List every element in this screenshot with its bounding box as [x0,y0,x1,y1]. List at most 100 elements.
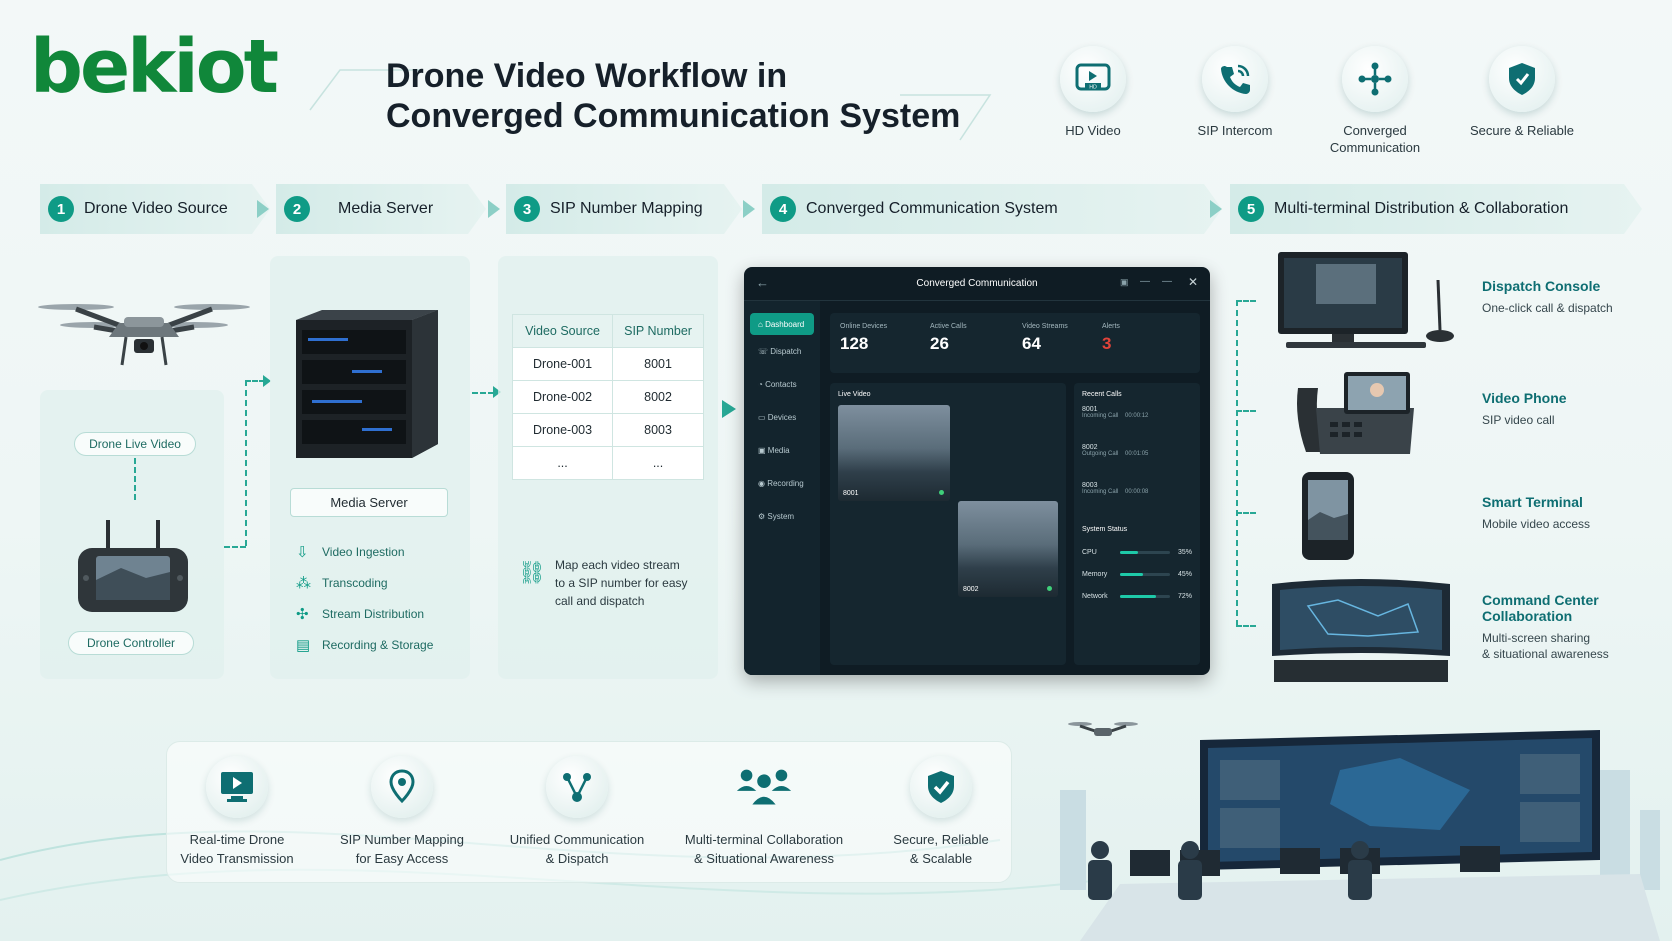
phone-icon [1221,64,1250,94]
step-arrow [488,200,500,218]
drone-image [38,304,250,366]
header-icon-sip-intercom: SIP Intercom [1175,46,1295,139]
transcode-icon: ⁂ [296,575,311,592]
hub-icon [563,773,591,802]
connector-line [134,458,136,500]
people-icon [736,769,792,805]
connector-line [224,546,246,548]
step-arrow [257,200,269,218]
close-icon[interactable]: ✕ [1188,275,1198,289]
connector-line [1236,300,1238,626]
feature-transcoding: ⁂ Transcoding [296,575,388,592]
step-2-banner: 2 Media Server [276,184,486,234]
shield-check-icon [928,771,954,803]
small-drone-image [1068,722,1138,736]
col-sip-number: SIP Number [612,314,704,348]
header-icon-hd-video: HD HD Video [1033,46,1153,139]
dispatch-console-image [1278,252,1454,348]
terminal-smart-terminal: Smart Terminal Mobile video access [1482,494,1591,531]
brand-logo: bekiot [30,24,279,110]
table-row: Drone-001 8001 [511,347,704,381]
nav-recording[interactable]: ◉ Recording [744,467,820,500]
distribution-icon: ✣ [296,606,309,623]
live-video-label: Live Video [838,391,871,398]
nav-devices[interactable]: ▭ Devices [744,401,820,434]
link-icon: ⛓ [518,560,546,585]
nav-system[interactable]: ⚙ System [744,500,820,533]
recent-call-item[interactable]: 8001 Incoming Call 00:00:12 [1082,406,1192,444]
monitor-play-icon [221,772,253,802]
table-row: Drone-003 8003 [511,413,704,447]
feature-video-ingestion: ⇩ Video Ingestion [296,544,405,561]
connector-line [245,380,265,382]
step-3-banner: 3 SIP Number Mapping [506,184,742,234]
stat-alerts: Alerts 3 [1102,323,1120,353]
recent-calls-label: Recent Calls [1082,391,1122,398]
network-icon [1358,62,1392,96]
shield-icon [1509,63,1535,95]
ingest-icon: ⇩ [296,544,309,561]
hd-video-icon: HD [1075,63,1111,91]
server-image [296,310,438,458]
nav-dashboard[interactable]: ⌂ Dashboard [750,313,814,335]
connector-line [245,380,247,546]
storage-icon: ▤ [296,637,311,654]
terminal-dispatch-console: Dispatch Console One-click call & dispatc… [1482,278,1613,315]
maximize-icon[interactable]: — [1162,276,1172,287]
step-arrow [1210,200,1222,218]
table-row: ...... [511,446,704,480]
terminal-video-phone: Video Phone SIP video call [1482,390,1567,427]
minimize-icon[interactable]: — [1140,276,1150,287]
stat-video-streams: Video Streams 64 [1022,323,1068,353]
settings-icon[interactable]: ▣ [1120,277,1129,288]
status-memory: Memory 45% [1082,570,1193,578]
nav-media[interactable]: ▣ Media [744,434,820,467]
page-title: Drone Video Workflow in Converged Commun… [386,57,961,135]
live-video-panel: Live Video 8001 8002 8003 8004 [830,383,1066,665]
terminal-command-center: Command Center Collaboration Multi-screen … [1482,592,1609,661]
feature-recording-storage: ▤ Recording & Storage [296,637,434,654]
mapping-note: Map each video stream to a SIP number for… [555,558,688,608]
header-icon-secure: Secure & Reliable [1462,46,1582,139]
header-icon-converged: Converged Communication [1315,46,1435,156]
col-video-source: Video Source [511,314,614,348]
connector-line [1236,625,1256,627]
connector-line [1236,410,1256,412]
benefit-unified-communication: Unified Communication & Dispatch [492,756,662,868]
video-tile-8002[interactable]: 8002 [958,501,1058,597]
connector-line [1236,300,1256,302]
media-server-label: Media Server [290,488,448,517]
dashboard-titlebar: ← Converged Communication ▣ — — ✕ [744,267,1210,301]
right-panel: Recent Calls 8001 Incoming Call 00:00:12 … [1074,383,1200,665]
system-status-label: System Status [1082,526,1128,533]
status-cpu: CPU 35% [1082,548,1193,556]
sip-mapping-table: Video Source SIP Number Drone-001 8001 Dro… [511,314,704,480]
connector-arrow [722,400,736,418]
drone-live-video-label: Drone Live Video [74,432,196,456]
stat-active-calls: Active Calls 26 [930,323,967,353]
feature-stream-distribution: ✣ Stream Distribution [296,606,425,623]
benefit-real-time-video: Real-time Drone Video Transmission [152,756,322,868]
connector-line [1236,512,1256,514]
location-pin-icon [389,769,415,804]
command-center-image [1272,579,1450,682]
stat-online-devices: Online Devices 128 [840,323,888,353]
drone-controller-label: Drone Controller [68,631,194,655]
stats-bar: Online Devices 128 Active Calls 26 Video S… [830,313,1200,373]
status-network: Network 72% [1082,592,1193,600]
benefit-sip-mapping: SIP Number Mapping for Easy Access [317,756,487,868]
step-4-banner: 4 Converged Communication System [762,184,1222,234]
recent-call-item[interactable]: 8003 Incoming Call 00:00:08 [1082,482,1192,520]
recent-call-item[interactable]: 8002 Outgoing Call 00:01:05 [1082,444,1192,482]
step-5-banner: 5 Multi-terminal Distribution & Collabora… [1230,184,1642,234]
benefit-secure-scalable: Secure, Reliable & Scalable [856,756,1026,868]
table-row: Drone-002 8002 [511,380,704,414]
svg-text:HD: HD [1089,85,1097,91]
benefit-multi-terminal: Multi-terminal Collaboration & Situationa… [664,756,864,868]
dashboard-sidebar: ⌂ Dashboard ☏ Dispatch ◔ Contacts ▭ Devi… [744,301,820,675]
nav-dispatch[interactable]: ☏ Dispatch [744,335,820,368]
connector-line [472,392,494,394]
video-tile-8001[interactable]: 8001 [838,405,950,501]
nav-contacts[interactable]: ◔ Contacts [744,368,820,401]
drone-controller-image [78,520,188,612]
